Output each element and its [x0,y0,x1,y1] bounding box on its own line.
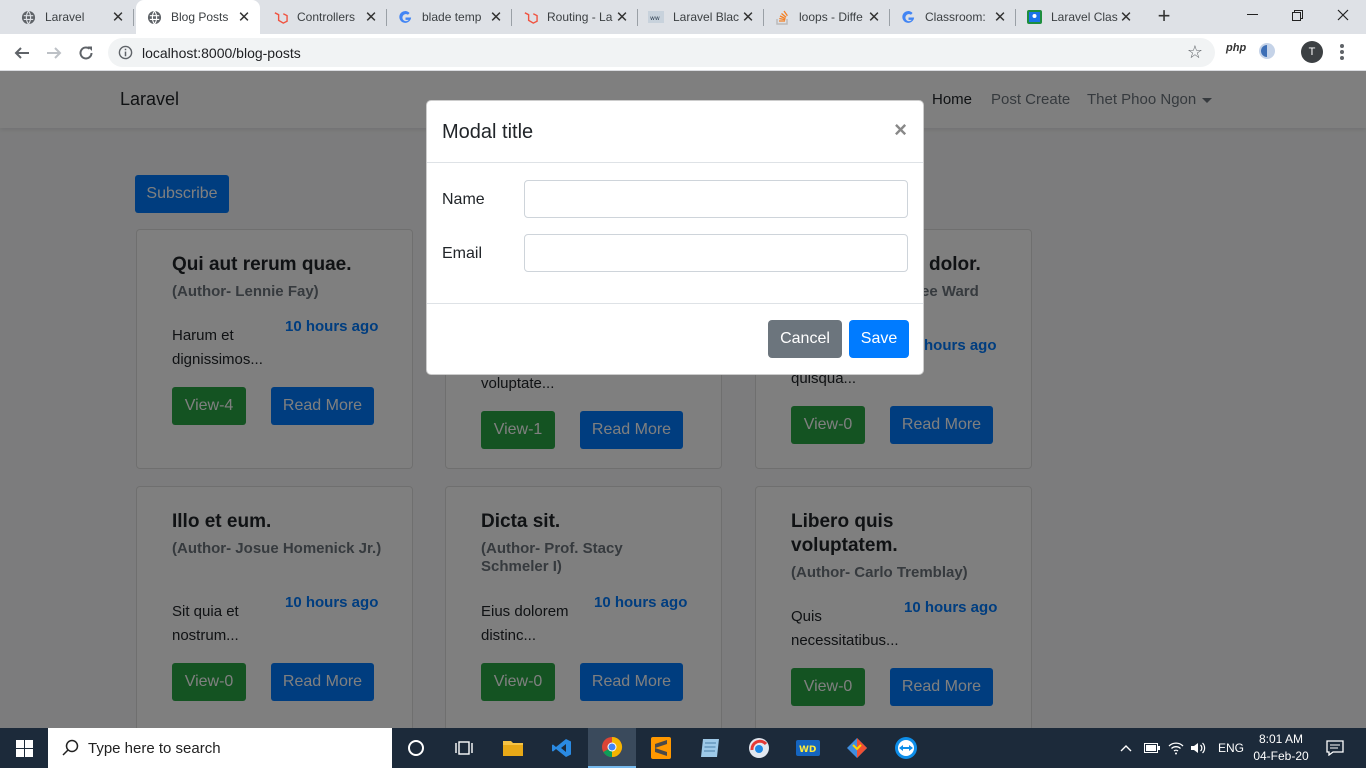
close-icon[interactable]: × [894,119,907,141]
url-text: localhost:8000/blog-posts [142,45,301,61]
tab-title: Laravel Blac [673,10,740,24]
extension-icon[interactable] [1258,42,1276,63]
cortana-icon[interactable] [392,728,440,768]
browser-tab[interactable]: Routing - La ✕ [512,0,638,34]
tab-close-icon[interactable]: ✕ [740,8,756,26]
name-label: Name [442,191,485,208]
new-tab-button[interactable]: + [1152,5,1176,29]
battery-icon[interactable] [1144,728,1160,768]
modal-title: Modal title [442,121,534,143]
browser-toolbar: localhost:8000/blog-posts ☆ php T [0,34,1366,71]
browser-tab[interactable]: Laravel Clas ✕ [1016,0,1142,34]
browser-tab[interactable]: Laravel ✕ [0,0,134,34]
cancel-button[interactable]: Cancel [768,320,842,358]
wamp-icon[interactable]: WD [784,728,832,768]
tab-close-icon[interactable]: ✕ [866,8,882,26]
tab-close-icon[interactable]: ✕ [488,8,504,26]
search-icon [62,739,80,757]
php-extension-icon[interactable]: php [1226,42,1246,54]
modal-dialog: Modal title × Name Email Cancel Save [426,100,924,375]
google-icon [900,9,916,25]
taskbar-clock[interactable]: 8:01 AM 04-Feb-20 [1248,731,1314,765]
browser-tab[interactable]: ww Laravel Blac ✕ [638,0,764,34]
bookmark-star-icon[interactable]: ☆ [1187,42,1203,63]
app-icon[interactable] [735,728,783,768]
svg-text:ww: ww [650,15,660,22]
tab-title: Laravel [45,10,85,24]
browser-menu-icon[interactable] [1338,42,1346,62]
tab-title: blade temp [422,10,482,24]
browser-tab[interactable]: loops - Diffe ✕ [764,0,890,34]
tab-close-icon[interactable]: ✕ [1118,8,1134,26]
language-indicator[interactable]: ENG [1218,728,1244,768]
tab-title: Controllers [297,10,356,24]
info-icon[interactable] [118,45,133,60]
windows-start-icon[interactable] [0,728,48,768]
globe-icon [20,9,36,25]
browser-tab[interactable]: Controllers ✕ [262,0,387,34]
tab-title: Blog Posts [171,10,229,24]
browser-tab-strip: Laravel ✕ Blog Posts ✕ Controllers ✕ bla… [0,0,1366,34]
site-icon: ww [648,9,664,25]
globe-icon [146,9,162,25]
name-input[interactable] [524,180,908,218]
laravel-icon [522,9,538,25]
browser-tab[interactable]: blade temp ✕ [387,0,512,34]
tab-title: Routing - La [547,10,613,24]
tab-close-icon[interactable]: ✕ [236,8,252,26]
tray-chevron-icon[interactable] [1120,728,1132,768]
tab-close-icon[interactable]: ✕ [363,8,379,26]
task-view-icon[interactable] [440,728,488,768]
sublime-text-icon[interactable] [637,728,685,768]
vscode-icon[interactable] [538,728,586,768]
chrome-icon[interactable] [588,728,636,768]
tab-title: loops - Diffe [799,10,863,24]
windows-taskbar: Type here to search WD ENG 8:01 AM 04-Fe… [0,728,1366,768]
forward-icon[interactable] [41,40,67,66]
laravel-icon [272,9,288,25]
svg-text:WD: WD [799,745,816,755]
tab-title: Laravel Clas [1051,10,1118,24]
clock-time: 8:01 AM [1258,732,1304,746]
close-window-button[interactable] [1320,0,1366,30]
tab-close-icon[interactable]: ✕ [110,8,126,26]
tab-close-icon[interactable]: ✕ [992,8,1008,26]
file-explorer-icon[interactable] [489,728,537,768]
notifications-icon[interactable] [1326,728,1344,768]
tab-close-icon[interactable]: ✕ [614,8,630,26]
clock-date: 04-Feb-20 [1253,749,1309,763]
wifi-icon[interactable] [1168,728,1184,768]
modal-footer: Cancel Save [427,303,923,374]
volume-icon[interactable] [1190,728,1206,768]
minimize-button[interactable] [1229,0,1275,30]
git-icon[interactable] [833,728,881,768]
email-input[interactable] [524,234,908,272]
save-button[interactable]: Save [849,320,909,358]
browser-tab[interactable]: Classroom: ✕ [890,0,1016,34]
classroom-icon [1026,9,1042,25]
email-label: Email [442,245,483,262]
modal-header: Modal title × [427,101,923,163]
browser-tab-active[interactable]: Blog Posts ✕ [136,0,260,34]
tab-title: Classroom: [925,10,986,24]
google-icon [397,9,413,25]
teamviewer-icon[interactable] [882,728,930,768]
notepad-icon[interactable] [686,728,734,768]
restore-button[interactable] [1274,0,1320,30]
stackoverflow-icon [774,9,790,25]
profile-avatar[interactable]: T [1301,41,1323,63]
reload-icon[interactable] [73,40,99,66]
back-icon[interactable] [9,40,35,66]
search-placeholder: Type here to search [88,740,221,757]
address-bar[interactable]: localhost:8000/blog-posts ☆ [108,38,1215,67]
taskbar-search-box[interactable]: Type here to search [48,728,392,768]
